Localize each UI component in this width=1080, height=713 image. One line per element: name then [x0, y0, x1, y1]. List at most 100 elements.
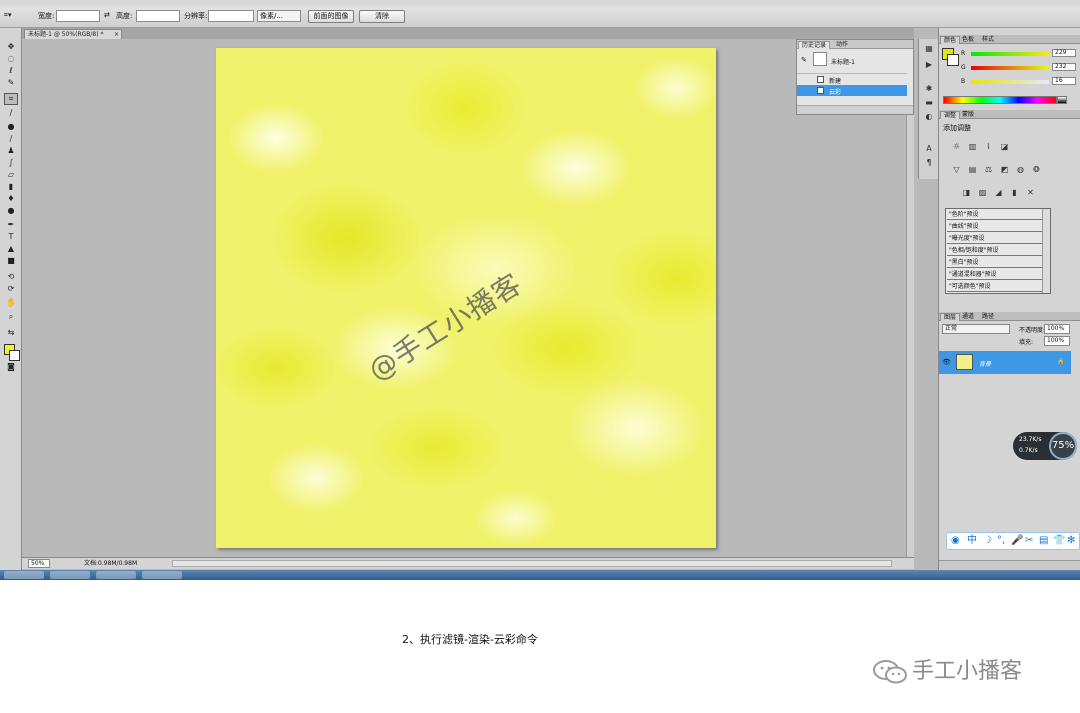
history-brush-source-icon[interactable]: ✎ — [801, 56, 807, 64]
photo-filter-icon[interactable]: ◍ — [1015, 164, 1026, 175]
channel-mixer-icon[interactable]: ❂ — [1031, 164, 1042, 175]
ime-scissors-icon[interactable]: ✂ — [1025, 535, 1033, 547]
color-spectrum-bar[interactable] — [943, 96, 1057, 104]
list-item[interactable]: "曝光度"预设 — [947, 234, 1042, 244]
pen-tool-icon[interactable]: ✒ — [5, 220, 17, 230]
horizontal-scrollbar[interactable] — [172, 560, 892, 567]
vibrance-icon[interactable]: ▽ — [951, 164, 962, 175]
green-value[interactable]: 232 — [1052, 63, 1076, 71]
red-slider[interactable]: R 229 — [961, 49, 1079, 58]
height-input[interactable] — [136, 10, 180, 22]
exposure-icon[interactable]: ◪ — [999, 141, 1010, 152]
path-select-tool-icon[interactable]: ▲ — [5, 244, 17, 254]
brightness-contrast-icon[interactable]: ☼ — [951, 141, 962, 152]
3d-rotate-tool-icon[interactable]: ⟲ — [5, 272, 17, 282]
gradient-tool-icon[interactable]: ▮ — [5, 182, 17, 192]
tab-paths[interactable]: 路径 — [979, 313, 997, 321]
ime-moon-icon[interactable]: ☽ — [983, 535, 992, 547]
lasso-tool-icon[interactable]: ℓ — [5, 66, 17, 76]
eyedropper-tool-icon[interactable]: ∕ — [5, 108, 17, 118]
taskbar-item[interactable] — [50, 571, 90, 579]
green-slider[interactable]: G 232 — [961, 63, 1079, 72]
history-step[interactable]: 新建 — [797, 73, 907, 85]
ime-punct-icon[interactable]: °, — [997, 535, 1005, 547]
blend-mode-select[interactable]: 正常 — [942, 324, 1010, 334]
posterize-icon[interactable]: ▨ — [977, 187, 988, 198]
hand-tool-icon[interactable]: ✋ — [5, 298, 17, 308]
snapshot-thumbnail[interactable] — [813, 52, 827, 66]
list-item[interactable]: "色阶"预设 — [947, 210, 1042, 220]
gradient-map-icon[interactable]: ▮ — [1009, 187, 1020, 198]
levels-icon[interactable]: ▥ — [967, 141, 978, 152]
ime-keyboard-icon[interactable]: ▤ — [1039, 535, 1048, 547]
taskbar-item[interactable] — [96, 571, 136, 579]
blue-slider-track[interactable] — [971, 80, 1049, 84]
close-icon[interactable]: × — [114, 30, 119, 39]
red-value[interactable]: 229 — [1052, 49, 1076, 57]
ime-logo-icon[interactable]: ◉ — [951, 535, 960, 547]
list-item[interactable]: "通道混和器"预设 — [947, 270, 1042, 280]
dock-paragraph-icon[interactable]: ¶ — [923, 157, 935, 168]
blue-slider[interactable]: B 16 — [961, 77, 1079, 86]
color-panel-background-swatch[interactable] — [947, 54, 959, 66]
tab-color[interactable]: 颜色 — [940, 36, 961, 44]
ime-skin-icon[interactable]: 👕 — [1053, 535, 1065, 547]
black-white-ramp[interactable] — [1057, 96, 1067, 104]
dock-animation-icon[interactable]: ▬ — [923, 97, 935, 108]
crop-tool-selected-icon[interactable]: ⌗ — [4, 93, 18, 105]
tab-styles[interactable]: 样式 — [979, 36, 997, 44]
blue-value[interactable]: 16 — [1052, 77, 1076, 85]
tab-channels[interactable]: 通道 — [959, 313, 977, 321]
fill-field[interactable]: 100% — [1044, 336, 1070, 346]
tab-layers[interactable]: 图层 — [940, 313, 961, 321]
move-tool-icon[interactable]: ✥ — [5, 42, 17, 52]
vertical-scrollbar[interactable] — [906, 39, 914, 557]
units-select[interactable]: 像素/... — [257, 10, 301, 22]
layer-row-selected[interactable]: 👁 背景 🔒 — [939, 351, 1071, 374]
list-item[interactable]: "色相/饱和度"预设 — [947, 246, 1042, 256]
curves-icon[interactable]: ⌇ — [983, 141, 994, 152]
list-item[interactable]: "可选颜色"预设 — [947, 282, 1042, 292]
swap-colors-icon[interactable]: ⇆ — [5, 328, 17, 338]
red-slider-track[interactable] — [971, 52, 1049, 56]
dock-actions-icon[interactable]: ▶ — [923, 59, 935, 70]
quick-mask-icon[interactable]: ◙ — [5, 362, 17, 372]
hue-saturation-icon[interactable]: ▤ — [967, 164, 978, 175]
black-white-icon[interactable]: ◩ — [999, 164, 1010, 175]
color-balance-icon[interactable]: ⚖ — [983, 164, 994, 175]
opacity-field[interactable]: 100% — [1044, 324, 1070, 334]
eraser-tool-icon[interactable]: ▱ — [5, 170, 17, 180]
eye-icon[interactable]: 👁 — [942, 358, 951, 366]
background-color-swatch[interactable] — [9, 350, 20, 361]
blur-tool-icon[interactable]: ♦ — [5, 194, 17, 204]
tab-adjustments[interactable]: 调整 — [940, 111, 961, 119]
selective-color-icon[interactable]: ✕ — [1025, 187, 1036, 198]
history-brush-tool-icon[interactable]: ∫ — [5, 158, 17, 168]
zoom-tool-icon[interactable]: ⌕ — [5, 312, 17, 322]
history-step-selected[interactable]: 云彩 — [797, 85, 907, 96]
tab-swatches[interactable]: 色板 — [959, 36, 977, 44]
clear-button[interactable]: 清除 — [359, 10, 405, 23]
list-item[interactable]: "曲线"预设 — [947, 222, 1042, 232]
stamp-tool-icon[interactable]: ♟ — [5, 146, 17, 156]
network-speed-widget[interactable]: 23.7K/s 0.7K/s 75% — [1013, 432, 1077, 460]
ime-language-toggle[interactable]: 中 — [967, 535, 977, 547]
document-tab[interactable]: 未标题-1 @ 50%(RGB/8) * × — [24, 29, 122, 39]
healing-tool-icon[interactable]: ● — [5, 122, 17, 132]
tab-masks[interactable]: 蒙版 — [959, 111, 977, 119]
shape-tool-icon[interactable]: ■ — [5, 256, 17, 266]
quick-select-tool-icon[interactable]: ✎ — [5, 78, 17, 88]
threshold-icon[interactable]: ◢ — [993, 187, 1004, 198]
ime-settings-icon[interactable]: ✻ — [1067, 535, 1075, 547]
taskbar-item[interactable] — [4, 571, 44, 579]
resolution-input[interactable] — [208, 10, 254, 22]
dock-character-icon[interactable]: A — [923, 143, 935, 154]
swap-icon[interactable]: ⇄ — [104, 11, 110, 19]
marquee-tool-icon[interactable]: ◌ — [5, 54, 17, 64]
width-input[interactable] — [56, 10, 100, 22]
tab-actions[interactable]: 动作 — [833, 41, 851, 49]
front-image-button[interactable]: 前面的图像 — [308, 10, 354, 23]
dock-history-icon[interactable]: ▦ — [923, 43, 935, 54]
tab-history[interactable]: 历史记录 — [798, 41, 831, 49]
dock-info-icon[interactable]: ◐ — [923, 111, 935, 122]
